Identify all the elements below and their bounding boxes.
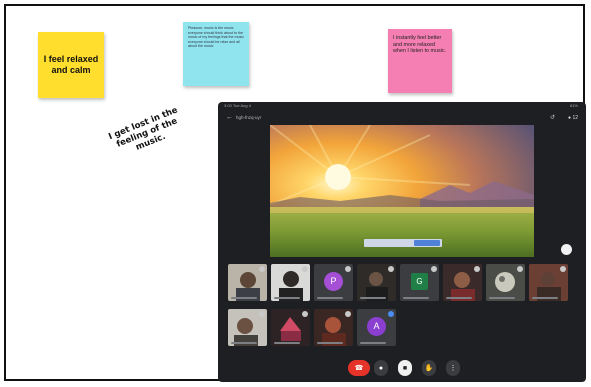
status-battery: 81%	[569, 103, 578, 108]
participant-name-bar	[446, 297, 472, 299]
participant-name-bar	[274, 342, 300, 344]
participant-avatar: G	[411, 273, 428, 290]
speaking-indicator-icon	[388, 311, 394, 317]
participant-name-bar	[403, 297, 429, 299]
participant-avatar: P	[324, 272, 343, 291]
participant-tile[interactable]	[228, 264, 267, 301]
more-options-fab[interactable]	[561, 244, 572, 255]
participant-count-value: 12	[572, 115, 578, 121]
call-controls: ☎ ● ■ ✋ ⋮	[218, 354, 586, 382]
sticky-note-yellow-text: I feel relaxed and calm	[43, 54, 99, 75]
mic-icon[interactable]: ●	[374, 360, 388, 376]
camera-icon[interactable]: ■	[398, 360, 412, 376]
participant-tile[interactable]	[271, 309, 310, 346]
participant-name-bar	[231, 297, 257, 299]
stop-presenting-button[interactable]	[414, 240, 440, 246]
participant-tile[interactable]: P	[314, 264, 353, 301]
participant-name-bar	[317, 342, 343, 344]
shared-screen-sunset	[270, 125, 534, 257]
participant-tile[interactable]	[228, 309, 267, 346]
participant-name-bar	[489, 297, 515, 299]
more-vert-icon[interactable]: ⋮	[446, 360, 460, 376]
participant-name-bar	[532, 297, 558, 299]
arrow-back-icon[interactable]: ←	[226, 114, 234, 122]
mic-indicator-icon	[345, 266, 351, 272]
mic-indicator-icon	[517, 266, 523, 272]
participant-tile[interactable]: G	[400, 264, 439, 301]
participant-tile[interactable]: A	[357, 309, 396, 346]
participant-tile[interactable]	[357, 264, 396, 301]
mic-indicator-icon	[388, 266, 394, 272]
status-time: 3:03 Tue Aug 4	[224, 103, 251, 108]
participant-tile[interactable]	[486, 264, 525, 301]
participant-tile[interactable]	[314, 309, 353, 346]
mic-indicator-icon	[345, 311, 351, 317]
participant-avatar: A	[367, 317, 386, 336]
participant-name-bar	[360, 342, 386, 344]
video-call-screenshot[interactable]: 3:03 Tue Aug 4 81% ← hgh-fnzq-uyr ↺ ● 12	[218, 102, 586, 382]
participant-name-bar	[317, 297, 343, 299]
mic-indicator-icon	[560, 266, 566, 272]
sticky-note-yellow[interactable]: I feel relaxed and calm	[38, 32, 104, 98]
mic-indicator-icon	[474, 266, 480, 272]
meeting-code: hgh-fnzq-uyr	[236, 115, 262, 120]
participant-count[interactable]: ● 12	[568, 114, 578, 122]
sunset-image	[270, 125, 534, 257]
raise-hand-icon[interactable]: ✋	[422, 360, 436, 376]
mic-indicator-icon	[302, 311, 308, 317]
people-icon: ●	[568, 115, 572, 121]
mic-indicator-icon	[302, 266, 308, 272]
participant-tile[interactable]	[529, 264, 568, 301]
sticky-note-pink-text: I instantly feel better and more relaxed…	[393, 35, 447, 55]
mic-indicator-icon	[259, 311, 265, 317]
sticky-note-pink[interactable]: I instantly feel better and more relaxed…	[388, 29, 452, 93]
presenting-banner	[364, 239, 442, 247]
status-bar: 3:03 Tue Aug 4 81%	[218, 102, 586, 109]
participant-name-bar	[274, 297, 300, 299]
participant-name-bar	[360, 297, 386, 299]
participant-tile[interactable]	[443, 264, 482, 301]
mic-indicator-icon	[259, 266, 265, 272]
meeting-top-bar: ← hgh-fnzq-uyr ↺ ● 12	[218, 110, 586, 126]
mic-indicator-icon	[431, 266, 437, 272]
switch-camera-icon[interactable]: ↺	[550, 114, 560, 122]
sticky-note-cyan[interactable]: Pleasure, music is the music everyone sh…	[183, 22, 249, 86]
call-end-icon[interactable]: ☎	[348, 360, 370, 376]
participant-name-bar	[231, 342, 257, 344]
sticky-note-cyan-text: Pleasure, music is the music everyone sh…	[188, 26, 244, 49]
participant-tile[interactable]	[271, 264, 310, 301]
